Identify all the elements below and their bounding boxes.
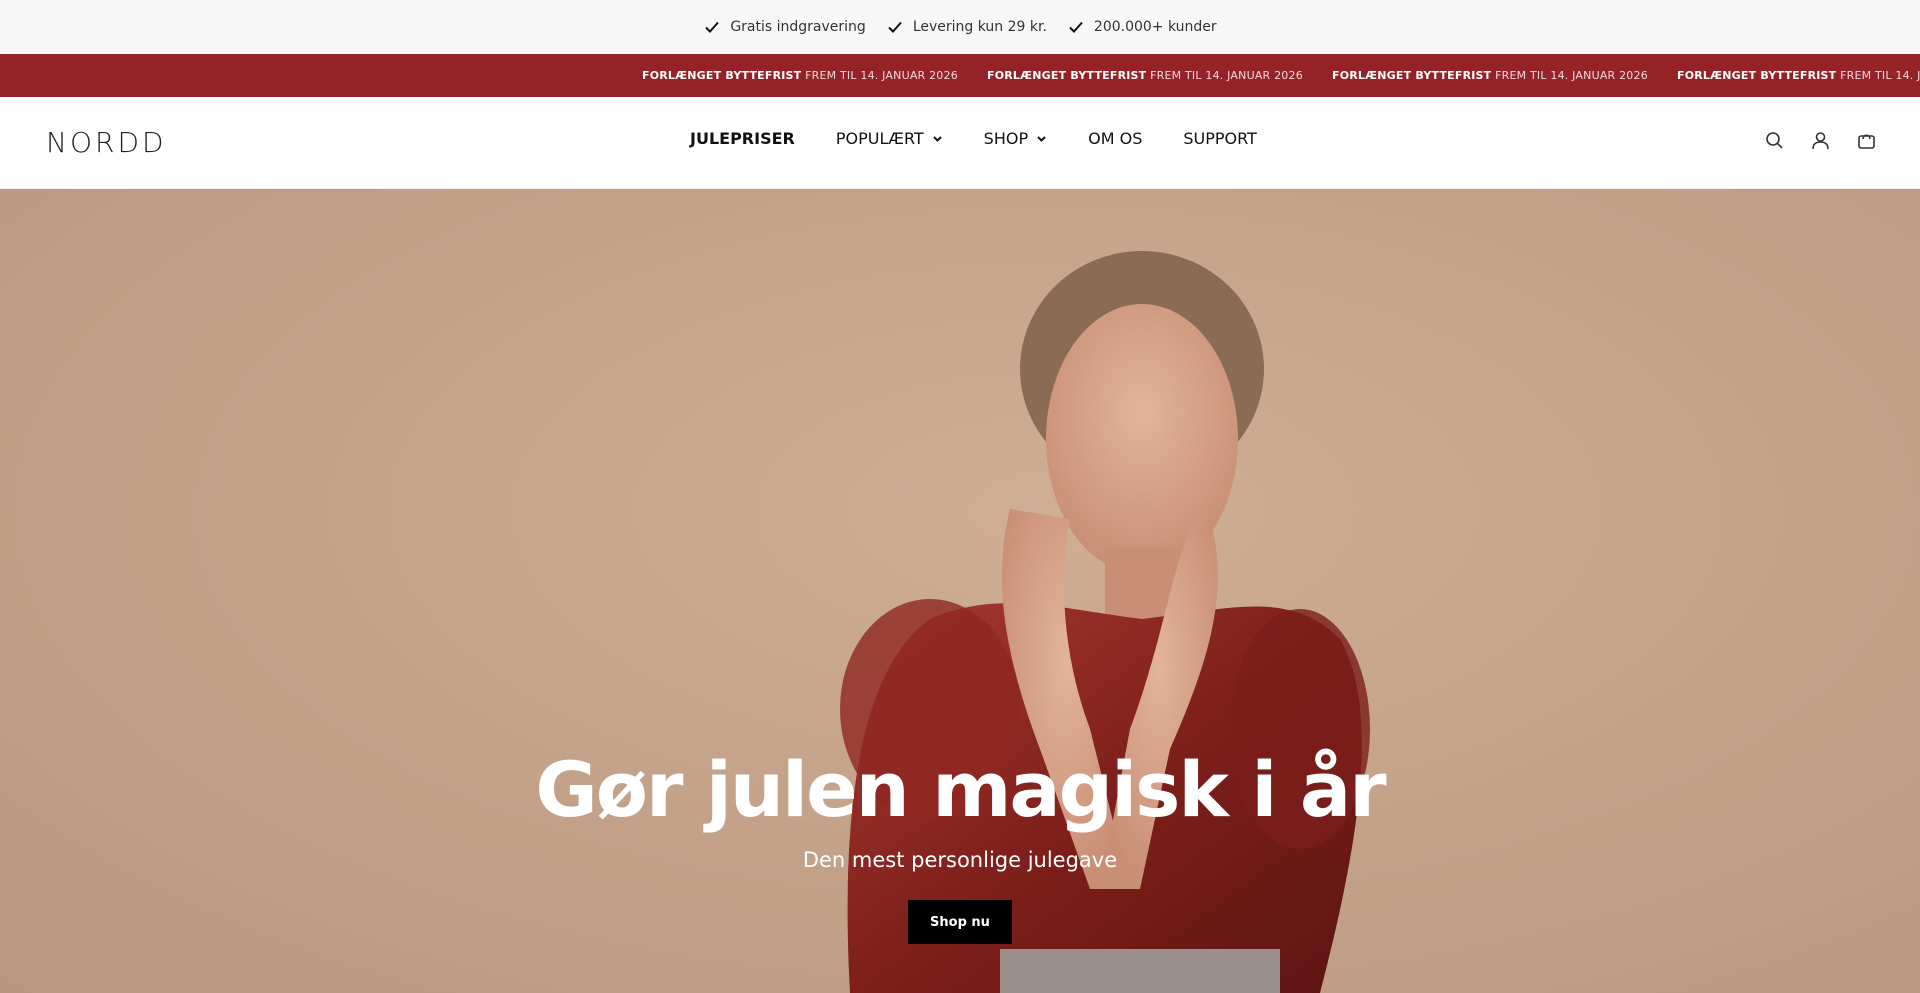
hero-banner: Gør julen magisk i år Den mest personlig… [0,189,1920,993]
promo-strong: FORLÆNGET BYTTEFRIST [1332,69,1492,82]
promo-item: FORLÆNGET BYTTEFRIST FREM TIL 14. JANUAR… [642,69,987,82]
shop-now-button[interactable]: Shop nu [908,900,1012,944]
header-icons [1765,131,1876,150]
nav-item-julepriser[interactable]: JULEPRISER [690,129,795,148]
promo-marquee[interactable]: FORLÆNGET BYTTEFRIST FREM TIL 14. JANUAR… [0,54,1920,97]
promo-item: FORLÆNGET BYTTEFRIST FREM TIL 14. JANUAR… [1677,69,1920,82]
hero-model-image [840,251,1370,993]
usp-label: Levering kun 29 kr. [912,19,1047,35]
nav-label: POPULÆRT [835,129,924,148]
check-icon [705,21,720,33]
usp-label: Gratis indgravering [730,19,866,35]
nav-item-support[interactable]: SUPPORT [1183,129,1256,148]
check-icon [1069,21,1083,33]
promo-rest: FREM TIL 14. JANUAR 2026 [1840,69,1920,82]
promo-strong: FORLÆNGET BYTTEFRIST [642,69,802,82]
promo-item: FORLÆNGET BYTTEFRIST FREM TIL 14. JANUAR… [1332,69,1677,82]
hero-subtitle: Den mest personlige julegave [802,848,1118,872]
promo-rest: FREM TIL 14. JANUAR 2026 [801,69,958,82]
promo-item: FORLÆNGET BYTTEFRIST FREM TIL 14. JANUAR… [987,69,1332,82]
promo-rest: FREM TIL 14. JANUAR 2026 [1491,69,1648,82]
usp-item: Levering kun 29 kr. [886,18,1047,36]
site-header: NORDD JULEPRISER POPULÆRT SHOP OM OS SUP… [0,97,1920,189]
logo[interactable]: NORDD [46,126,167,159]
hero-title: Gør julen magisk i år [535,745,1386,834]
search-icon[interactable] [1765,131,1784,150]
promo-rest: FREM TIL 14. JANUAR 2026 [1146,69,1303,82]
usp-item: 200.000+ kunder [1067,18,1217,36]
main-nav: JULEPRISER POPULÆRT SHOP OM OS SUPPORT [690,129,1298,148]
nav-item-shop[interactable]: SHOP [984,129,1047,148]
check-icon [888,21,902,33]
nav-label: SUPPORT [1183,129,1257,148]
account-icon[interactable] [1811,131,1830,150]
nav-item-populaert[interactable]: POPULÆRT [836,129,943,148]
chevron-down-icon [932,136,942,142]
cart-icon[interactable] [1857,131,1876,150]
nav-label: SHOP [983,129,1029,148]
promo-strong: FORLÆNGET BYTTEFRIST [1677,69,1837,82]
usp-item: Gratis indgravering [703,18,866,36]
nav-label: JULEPRISER [690,129,795,148]
usp-label: 200.000+ kunder [1093,19,1217,35]
nav-item-om-os[interactable]: OM OS [1088,129,1142,148]
chevron-down-icon [1037,136,1046,142]
nav-label: OM OS [1088,129,1143,148]
promo-strong: FORLÆNGET BYTTEFRIST [987,69,1147,82]
usp-bar: Gratis indgravering Levering kun 29 kr. … [0,0,1920,54]
